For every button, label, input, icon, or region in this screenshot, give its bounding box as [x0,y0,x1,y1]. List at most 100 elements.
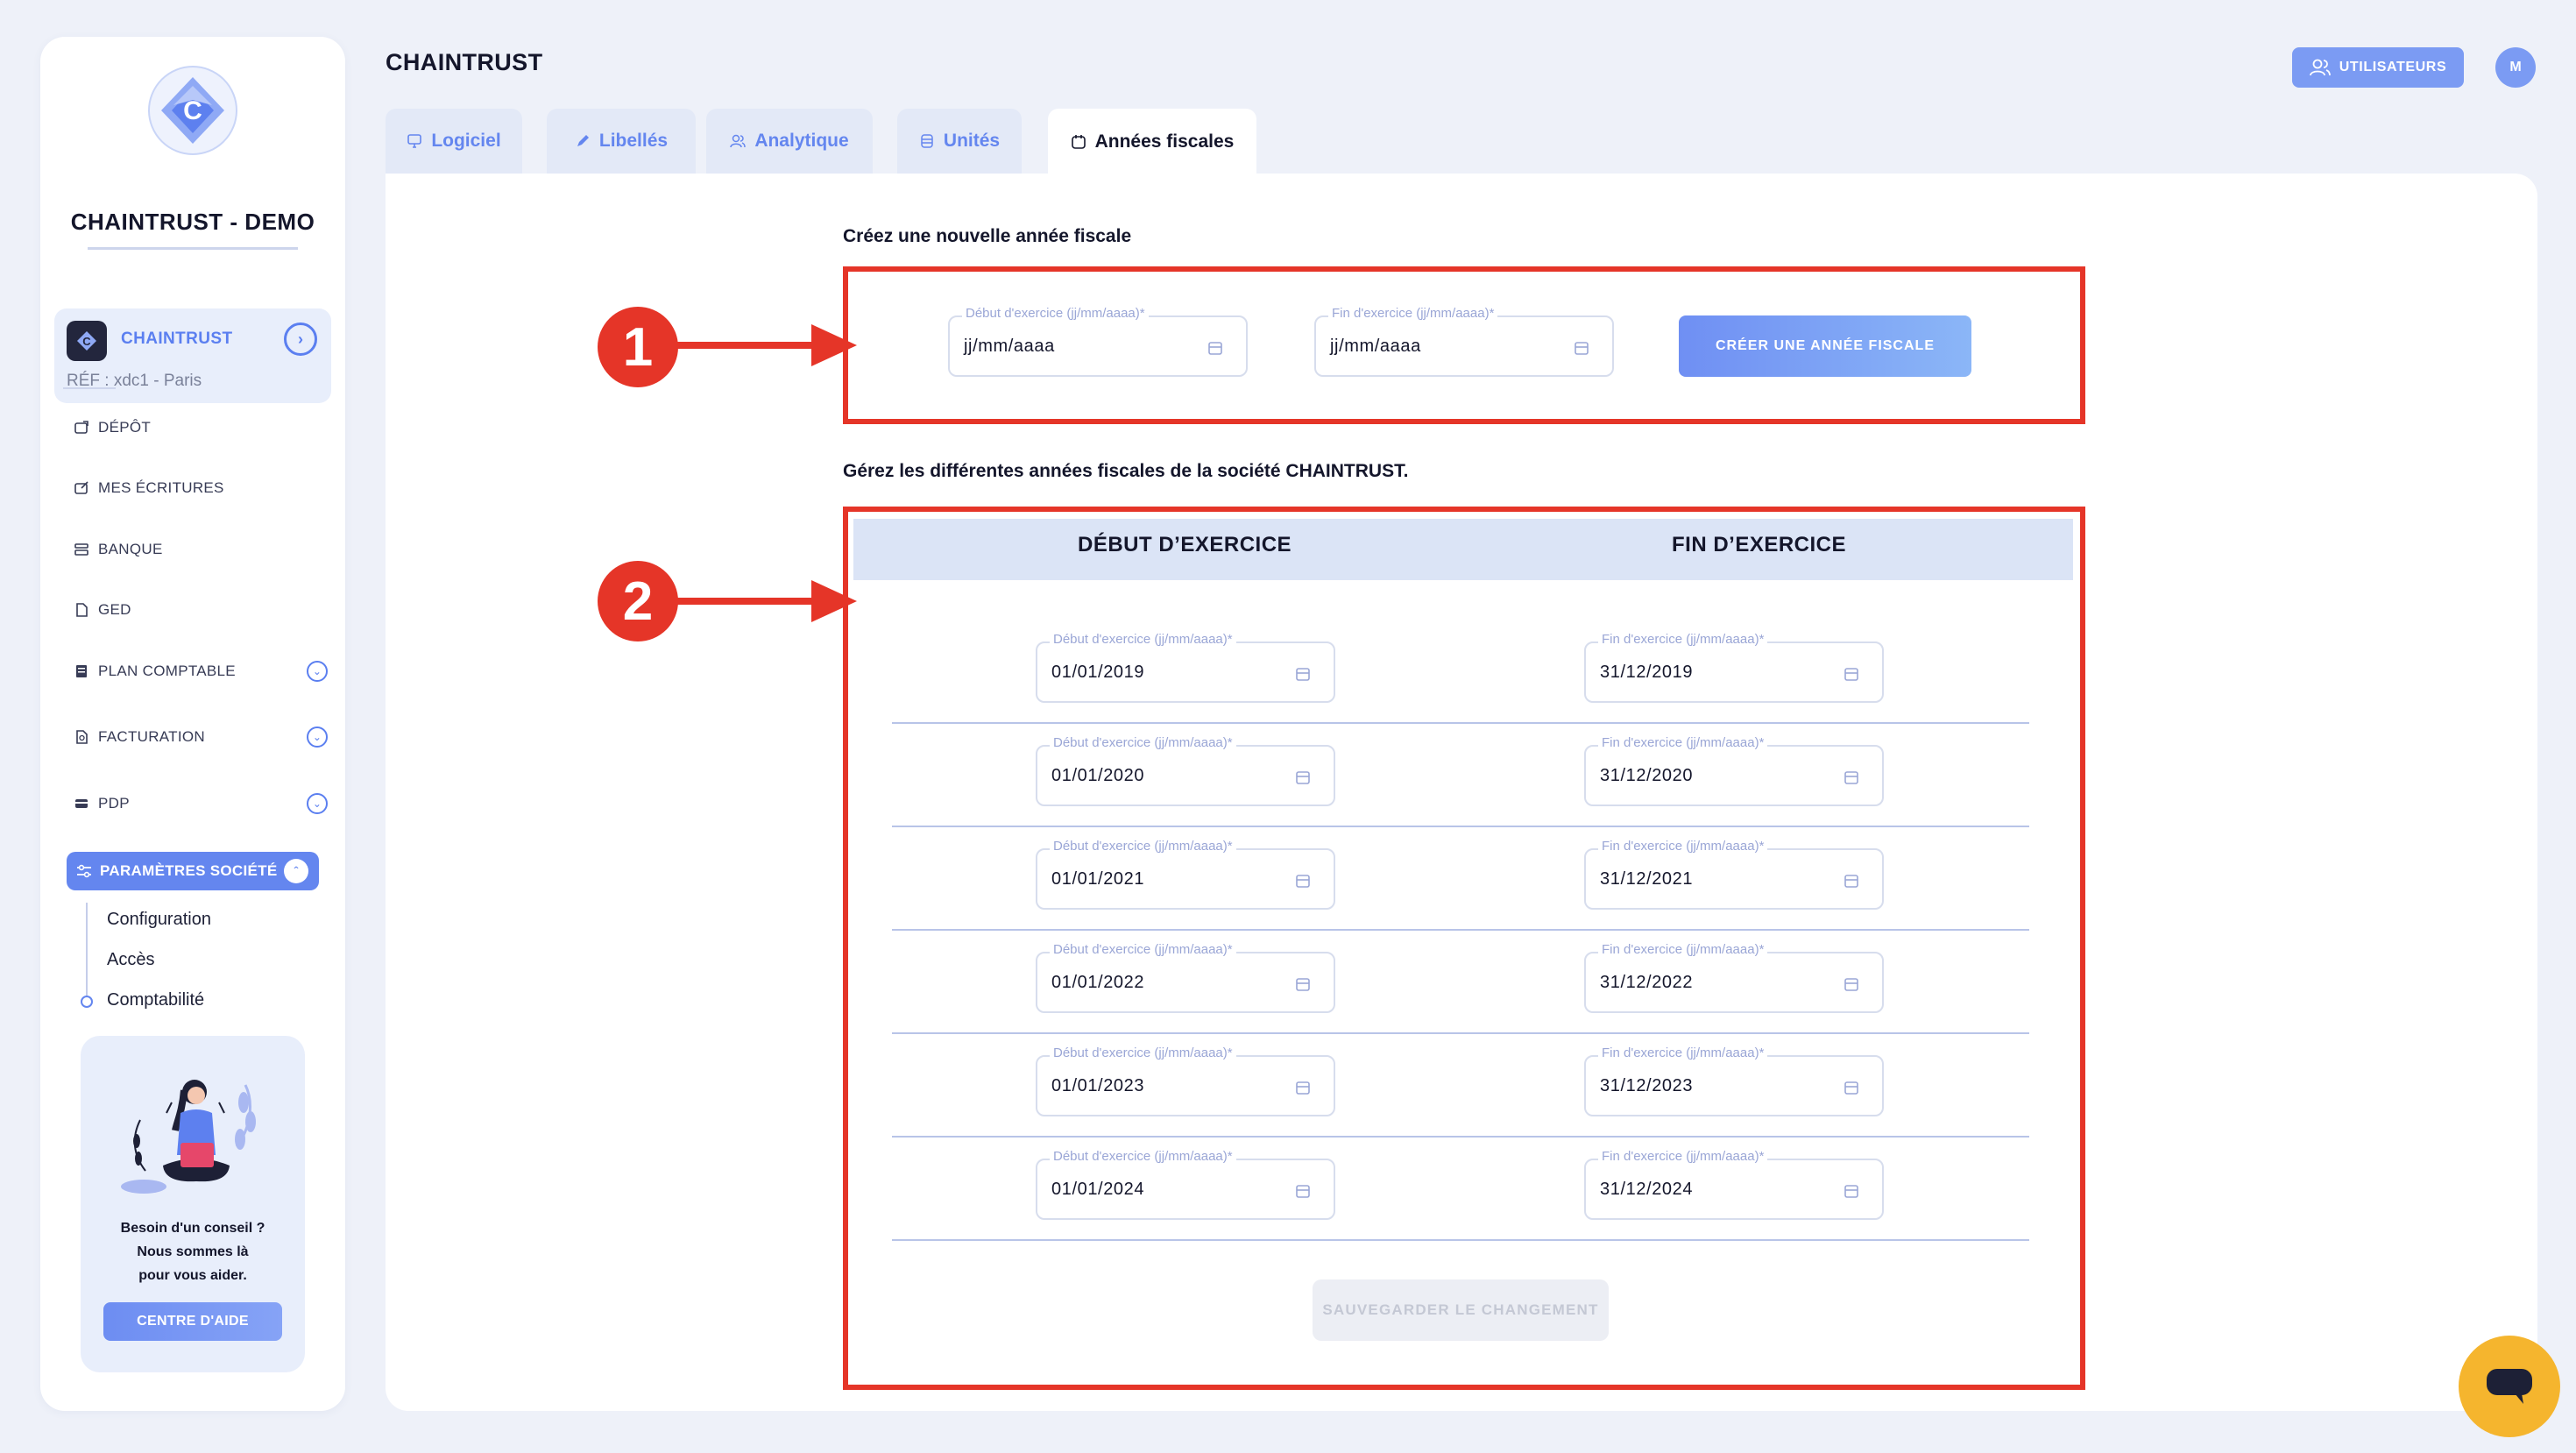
row-separator [892,1239,2029,1241]
sidebar-item-ged[interactable]: GED [74,592,328,627]
row-end-date-field[interactable]: Fin d'exercice (jj/mm/aaaa)* 31/12/2021 [1584,839,1884,910]
row-end-date-field[interactable]: Fin d'exercice (jj/mm/aaaa)* 31/12/2022 [1584,942,1884,1013]
row-end-date-field[interactable]: Fin d'exercice (jj/mm/aaaa)* 31/12/2024 [1584,1149,1884,1220]
tab-libelles[interactable]: Libellés [547,109,696,174]
sidebar-item-depot[interactable]: DÉPÔT [74,410,328,445]
calendar-icon[interactable] [1295,1080,1311,1095]
row-end-date-field[interactable]: Fin d'exercice (jj/mm/aaaa)* 31/12/2019 [1584,632,1884,703]
row-end-date-field[interactable]: Fin d'exercice (jj/mm/aaaa)* 31/12/2023 [1584,1045,1884,1116]
field-value: 31/12/2020 [1600,766,1694,785]
calendar-icon[interactable] [1207,340,1223,356]
sidebar-item-label: PDP [98,795,130,812]
calendar-icon[interactable] [1295,769,1311,785]
row-separator [892,722,2029,724]
field-value: 01/01/2023 [1051,1076,1145,1095]
calendar-icon[interactable] [1844,1080,1859,1095]
field-value: 31/12/2023 [1600,1076,1694,1095]
annotation-arrow-2-head [811,580,857,622]
sidebar-item-label: MES ÉCRITURES [98,479,224,496]
chaintrust-logo-icon: C [148,66,237,155]
sidebar-item-banque[interactable]: BANQUE [74,532,328,567]
meditating-woman-illustration [121,1080,256,1194]
tab-analytique[interactable]: Analytique [706,109,873,174]
help-center-button[interactable]: CENTRE D'AIDE [103,1302,282,1341]
sidebar-item-ecritures[interactable]: MES ÉCRITURES [74,471,328,506]
create-end-date-field[interactable]: Fin d'exercice (jj/mm/aaaa)* jj/mm/aaaa [1314,306,1614,377]
avatar[interactable]: M [2495,47,2536,88]
calendar-icon[interactable] [1574,340,1589,356]
submenu-active-dot [81,996,93,1008]
create-start-date-field[interactable]: Début d'exercice (jj/mm/aaaa)* jj/mm/aaa… [948,306,1248,377]
row-separator [892,929,2029,931]
row-separator [892,1136,2029,1138]
chevron-right-icon[interactable]: › [284,322,317,356]
sidebar-item-pdp[interactable]: PDP ⌄ [74,786,328,821]
sidebar-item-label: BANQUE [98,541,163,557]
manage-section-title: Gérez les différentes années fiscales de… [843,461,1409,481]
field-label: Début d'exercice (jj/mm/aaaa)* [962,306,1149,321]
annotation-arrow-1-head [811,324,857,366]
page-title: CHAINTRUST [386,49,543,75]
calendar-icon[interactable] [1844,873,1859,889]
tab-logiciel[interactable]: Logiciel [386,109,522,174]
row-start-date-field[interactable]: Début d'exercice (jj/mm/aaaa)* 01/01/2024 [1036,1149,1335,1220]
help-text-line: Nous sommes là [137,1244,249,1259]
calendar-icon[interactable] [1295,1183,1311,1199]
sidebar-item-label: DÉPÔT [98,419,152,436]
submenu-comptabilite[interactable]: Comptabilité [107,990,204,1010]
annotation-box-2 [843,507,2085,1390]
field-label: Début d'exercice (jj/mm/aaaa)* [1050,1045,1236,1060]
submenu-configuration[interactable]: Configuration [107,910,211,930]
submenu-acces[interactable]: Accès [107,950,154,970]
row-start-date-field[interactable]: Début d'exercice (jj/mm/aaaa)* 01/01/2019 [1036,632,1335,703]
row-start-date-field[interactable]: Début d'exercice (jj/mm/aaaa)* 01/01/2021 [1036,839,1335,910]
row-start-date-field[interactable]: Début d'exercice (jj/mm/aaaa)* 01/01/2022 [1036,942,1335,1013]
field-value: 31/12/2022 [1600,973,1694,992]
users-icon [2309,59,2331,76]
chat-widget-button[interactable] [2459,1336,2560,1437]
field-label: Fin d'exercice (jj/mm/aaaa)* [1598,1045,1768,1060]
help-text-line: Besoin d'un conseil ? [120,1221,265,1236]
column-header-start: DÉBUT D’EXERCICE [1078,533,1292,556]
invoice-icon [74,729,89,745]
tab-label: Logiciel [431,131,501,151]
tab-annees-fiscales[interactable]: Années fiscales [1048,109,1256,175]
field-label: Fin d'exercice (jj/mm/aaaa)* [1598,632,1768,647]
bank-icon [74,542,89,557]
tab-label: Analytique [754,131,849,151]
chevron-down-icon[interactable]: ⌄ [307,793,328,814]
pen-icon [577,135,589,146]
calendar-icon[interactable] [1295,666,1311,682]
edit-icon [74,480,89,496]
row-start-date-field[interactable]: Début d'exercice (jj/mm/aaaa)* 01/01/2020 [1036,735,1335,806]
chevron-down-icon[interactable]: ⌄ [307,661,328,682]
row-separator [892,1032,2029,1034]
sidebar-item-facturation[interactable]: FACTURATION ⌄ [74,719,328,755]
save-changes-button[interactable]: SAUVEGARDER LE CHANGEMENT [1313,1279,1609,1341]
calendar-icon[interactable] [1844,666,1859,682]
help-text-line: pour vous aider. [138,1268,247,1283]
help-card: Besoin d'un conseil ? Nous sommes là pou… [81,1036,305,1372]
column-header-end: FIN D’EXERCICE [1672,533,1847,556]
field-label: Début d'exercice (jj/mm/aaaa)* [1050,632,1236,647]
sidebar-item-label: PARAMÈTRES SOCIÉTÉ [100,862,278,879]
tab-unites[interactable]: Unités [897,109,1022,174]
chevron-up-icon[interactable]: ˆ [284,859,308,883]
sidebar-item-plan-comptable[interactable]: PLAN COMPTABLE ⌄ [74,654,328,689]
calendar-icon[interactable] [1844,976,1859,992]
sidebar-item-parametres-societe[interactable]: PARAMÈTRES SOCIÉTÉ ˆ [67,852,319,890]
row-start-date-field[interactable]: Début d'exercice (jj/mm/aaaa)* 01/01/2023 [1036,1045,1335,1116]
calendar-icon[interactable] [1844,1183,1859,1199]
calendar-icon[interactable] [1295,976,1311,992]
field-label: Fin d'exercice (jj/mm/aaaa)* [1598,1149,1768,1164]
row-separator [892,826,2029,827]
create-section-title: Créez une nouvelle année fiscale [843,226,1132,246]
row-end-date-field[interactable]: Fin d'exercice (jj/mm/aaaa)* 31/12/2020 [1584,735,1884,806]
chevron-down-icon[interactable]: ⌄ [307,726,328,748]
calendar-icon[interactable] [1295,873,1311,889]
create-fiscal-year-button[interactable]: CRÉER UNE ANNÉE FISCALE [1679,315,1971,377]
tab-label: Unités [943,131,1001,151]
users-button[interactable]: UTILISATEURS [2292,47,2464,88]
calendar-icon[interactable] [1844,769,1859,785]
field-label: Fin d'exercice (jj/mm/aaaa)* [1598,942,1768,957]
